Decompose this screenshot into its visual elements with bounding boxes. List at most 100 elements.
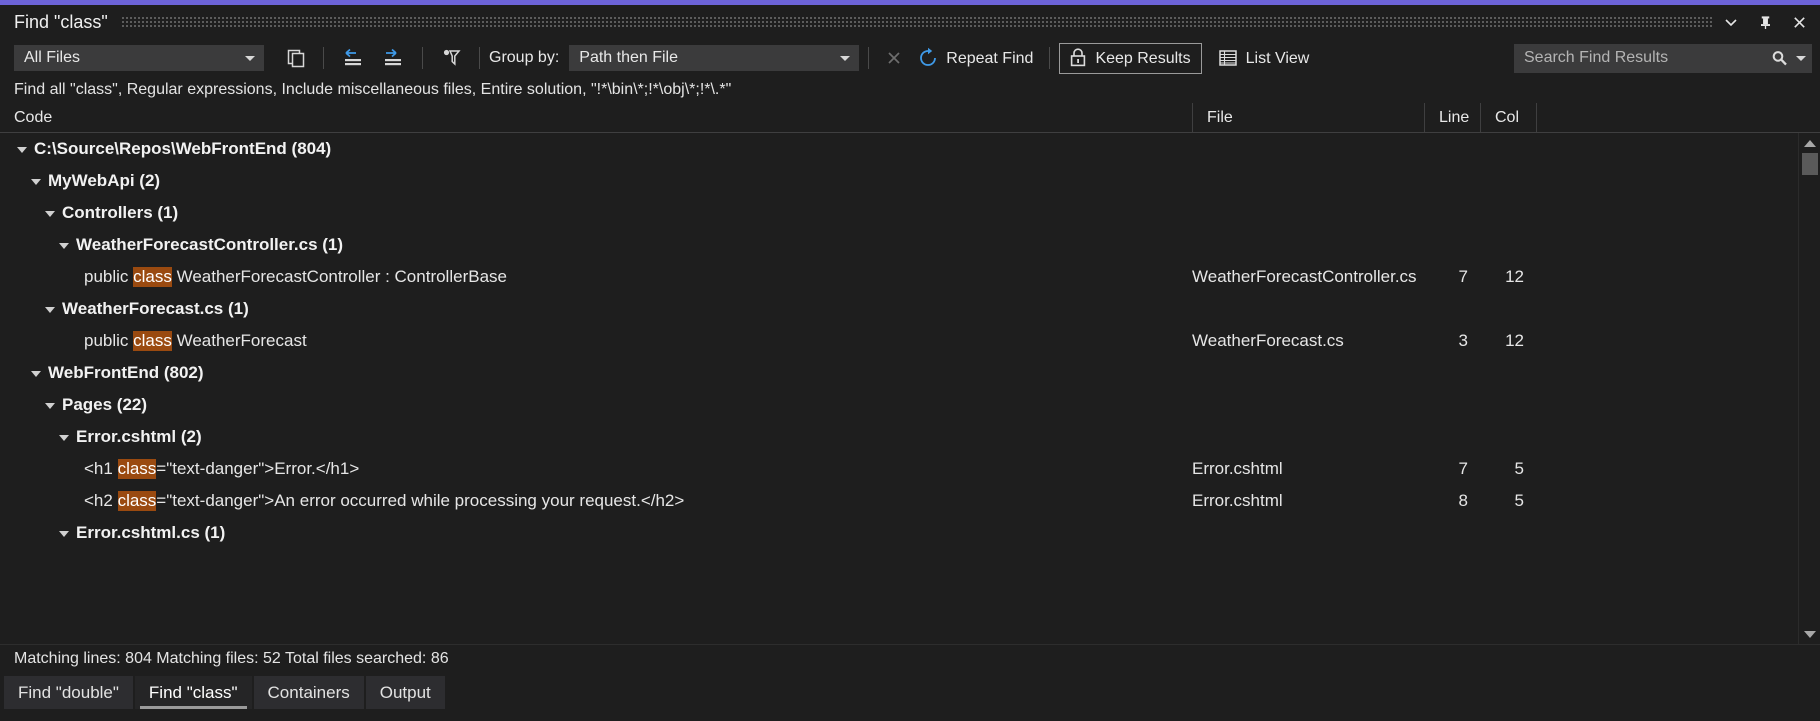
expander-triangle-icon[interactable]	[14, 141, 30, 157]
results-tree[interactable]: C:\Source\Repos\WebFrontEnd (804) MyWebAp…	[0, 133, 1798, 644]
keep-results-label: Keep Results	[1095, 51, 1190, 67]
group-by-combo[interactable]: Path then File	[569, 45, 859, 71]
tool-window-tab[interactable]: Find "class"	[135, 676, 252, 709]
result-code-cell: public class WeatherForecast	[0, 331, 1192, 351]
tree-group-row[interactable]: C:\Source\Repos\WebFrontEnd (804)	[0, 133, 1798, 165]
next-location-button[interactable]	[373, 44, 413, 72]
search-find-results-box[interactable]: Search Find Results	[1514, 44, 1812, 73]
tool-window-tab[interactable]: Output	[366, 676, 445, 709]
scroll-up-button[interactable]	[1799, 133, 1820, 153]
tree-group-row[interactable]: MyWebApi (2)	[0, 165, 1798, 197]
expander-triangle-icon[interactable]	[42, 205, 58, 221]
column-header-file[interactable]: File	[1192, 103, 1424, 132]
expander-triangle-icon[interactable]	[28, 365, 44, 381]
result-line-cell: 7	[1424, 267, 1480, 287]
expander-triangle-icon[interactable]	[42, 301, 58, 317]
scroll-down-button[interactable]	[1799, 624, 1820, 644]
tree-group-row[interactable]: WebFrontEnd (802)	[0, 357, 1798, 389]
match-line-text: <h1 class="text-danger">Error.</h1>	[84, 459, 359, 479]
arrow-left-icon	[340, 47, 366, 69]
previous-location-button[interactable]	[333, 44, 373, 72]
arrow-right-icon	[380, 47, 406, 69]
result-file-cell: WeatherForecast.cs	[1192, 331, 1424, 351]
clear-filter-button[interactable]	[432, 44, 470, 72]
toolbar-separator	[479, 47, 480, 69]
result-code-cell: WeatherForecastController.cs (1)	[0, 235, 1192, 255]
match-line-text: public class WeatherForecastController :…	[84, 267, 507, 287]
copy-button[interactable]	[278, 44, 314, 72]
find-results-toolbar: All Files	[0, 39, 1820, 77]
window-title: Find "class"	[14, 12, 122, 33]
search-input[interactable]: Search Find Results	[1524, 49, 1770, 67]
match-highlight: class	[133, 331, 172, 351]
result-row[interactable]: public class WeatherForecast WeatherForec…	[0, 325, 1798, 357]
result-row[interactable]: public class WeatherForecastController :…	[0, 261, 1798, 293]
column-header-col[interactable]: Col	[1480, 103, 1536, 132]
result-row[interactable]: <h2 class="text-danger">An error occurre…	[0, 485, 1798, 517]
result-code-cell: public class WeatherForecastController :…	[0, 267, 1192, 287]
group-label: Controllers (1)	[62, 203, 178, 223]
expander-triangle-icon[interactable]	[56, 237, 72, 253]
chevron-down-icon[interactable]	[1796, 56, 1806, 61]
chevron-down-icon	[840, 56, 850, 61]
result-code-cell: Controllers (1)	[0, 203, 1192, 223]
column-header-code[interactable]: Code	[0, 103, 1192, 132]
expander-triangle-icon[interactable]	[56, 429, 72, 445]
close-button[interactable]	[1782, 7, 1816, 37]
result-code-cell: <h2 class="text-danger">An error occurre…	[0, 491, 1192, 511]
tree-group-row[interactable]: Error.cshtml.cs (1)	[0, 517, 1798, 549]
vertical-scrollbar[interactable]	[1798, 133, 1820, 644]
results-status-bar: Matching lines: 804 Matching files: 52 T…	[0, 644, 1820, 672]
tree-group-row[interactable]: WeatherForecastController.cs (1)	[0, 229, 1798, 261]
match-highlight: class	[118, 459, 157, 479]
window-dropdown-button[interactable]	[1714, 7, 1748, 37]
group-label: MyWebApi (2)	[48, 171, 160, 191]
stop-find-button[interactable]	[878, 44, 910, 72]
tool-window-tabstrip[interactable]: Find "double"Find "class"ContainersOutpu…	[0, 672, 1820, 709]
column-header-line[interactable]: Line	[1424, 103, 1480, 132]
list-view-icon	[1217, 47, 1239, 69]
tree-group-row[interactable]: Pages (22)	[0, 389, 1798, 421]
tree-group-row[interactable]: WeatherForecast.cs (1)	[0, 293, 1798, 325]
tree-group-row[interactable]: Error.cshtml (2)	[0, 421, 1798, 453]
keep-results-toggle[interactable]: Keep Results	[1059, 43, 1201, 74]
tool-window-tab[interactable]: Find "double"	[4, 676, 133, 709]
window-drag-grip[interactable]	[122, 17, 1714, 29]
files-filter-value: All Files	[24, 49, 235, 67]
tool-window-tab[interactable]: Containers	[254, 676, 364, 709]
repeat-find-label: Repeat Find	[946, 51, 1033, 67]
scrollbar-thumb[interactable]	[1802, 153, 1818, 175]
group-label: WeatherForecast.cs (1)	[62, 299, 249, 319]
result-code-cell: WeatherForecast.cs (1)	[0, 299, 1192, 319]
list-view-button[interactable]: List View	[1210, 44, 1317, 72]
pin-button[interactable]	[1748, 7, 1782, 37]
results-body: C:\Source\Repos\WebFrontEnd (804) MyWebAp…	[0, 133, 1820, 644]
scrollbar-track[interactable]	[1799, 153, 1820, 624]
result-line-cell: 3	[1424, 331, 1480, 351]
result-col-cell: 12	[1480, 267, 1536, 287]
tree-group-row[interactable]: Controllers (1)	[0, 197, 1798, 229]
result-code-cell: Error.cshtml (2)	[0, 427, 1192, 447]
find-criteria-summary: Find all "class", Regular expressions, I…	[0, 77, 1820, 103]
repeat-find-button[interactable]: Repeat Find	[910, 44, 1040, 72]
chevron-down-icon	[245, 56, 255, 61]
match-line-text: public class WeatherForecast	[84, 331, 307, 351]
search-icon[interactable]	[1770, 49, 1789, 68]
result-col-cell: 5	[1480, 491, 1536, 511]
match-line-text: <h2 class="text-danger">An error occurre…	[84, 491, 684, 511]
result-code-cell: Error.cshtml.cs (1)	[0, 523, 1192, 543]
toolbar-separator	[868, 47, 869, 69]
group-by-value: Path then File	[579, 49, 830, 67]
result-code-cell: <h1 class="text-danger">Error.</h1>	[0, 459, 1192, 479]
expander-triangle-icon[interactable]	[42, 397, 58, 413]
find-results-tool-window: Find "class" All Files	[0, 0, 1820, 721]
copy-icon	[285, 47, 307, 69]
refresh-icon	[917, 47, 939, 69]
files-filter-combo[interactable]: All Files	[14, 45, 264, 71]
toolbar-separator	[323, 47, 324, 69]
expander-triangle-icon[interactable]	[28, 173, 44, 189]
close-icon	[1792, 15, 1807, 30]
expander-triangle-icon[interactable]	[56, 525, 72, 541]
result-file-cell: WeatherForecastController.cs	[1192, 267, 1424, 287]
result-row[interactable]: <h1 class="text-danger">Error.</h1>Error…	[0, 453, 1798, 485]
